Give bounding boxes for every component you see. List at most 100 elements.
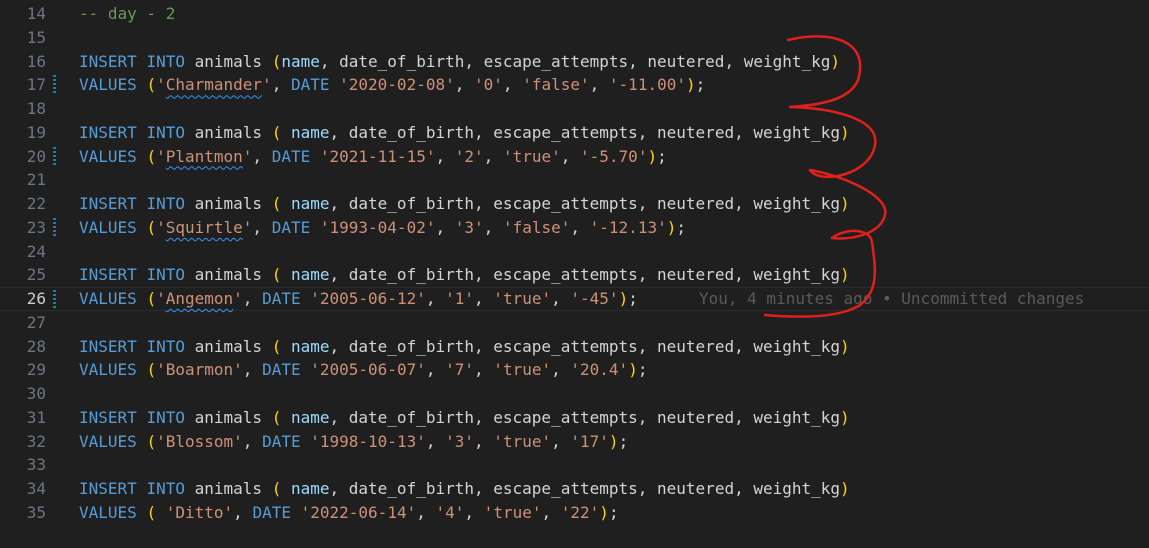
keyword-values: VALUES bbox=[79, 502, 137, 522]
keyword-insert: INSERT bbox=[79, 265, 137, 285]
animal-name: Boarmon bbox=[165, 360, 234, 380]
semicolon: ; bbox=[637, 360, 648, 380]
values-clause: VALUES ('Squirtle', DATE '1993-04-02', '… bbox=[79, 216, 686, 240]
quote: ' bbox=[233, 431, 243, 451]
open-paren: ( bbox=[146, 146, 157, 166]
quote: ' bbox=[570, 360, 581, 380]
weight-kg: -11.00 bbox=[618, 75, 677, 95]
comma: , bbox=[329, 194, 349, 213]
keyword-into: INTO bbox=[146, 336, 185, 356]
column-name: name bbox=[290, 407, 330, 427]
open-paren: ( bbox=[146, 289, 157, 308]
date-of-birth: 2005-06-12 bbox=[319, 289, 417, 308]
date-of-birth: 2021-11-15 bbox=[329, 146, 426, 166]
quote: ' bbox=[156, 360, 166, 380]
quote: ' bbox=[454, 217, 465, 237]
sql-comment: -- day - 2 bbox=[79, 4, 176, 23]
code-line[interactable]: 30 bbox=[0, 382, 1149, 406]
code-line[interactable]: 23 VALUES ('Squirtle', DATE '1993-04-02',… bbox=[0, 216, 1149, 240]
code-editor[interactable]: 14 -- day - 2 15 18 21 24 27 30 33 16 INSERT INTO … bbox=[0, 0, 1149, 548]
quote: ' bbox=[474, 146, 484, 166]
neutered: false bbox=[512, 217, 561, 237]
quote: ' bbox=[156, 431, 166, 451]
comma: , bbox=[435, 146, 455, 166]
table-name: animals bbox=[194, 479, 263, 498]
comma: , bbox=[329, 122, 349, 142]
quote: ' bbox=[406, 502, 417, 522]
code-line[interactable]: 29 VALUES ('Boarmon', DATE '2005-06-07', … bbox=[0, 358, 1149, 382]
escape-attempts: 4 bbox=[445, 502, 455, 522]
comma: , bbox=[329, 265, 349, 285]
code-line[interactable]: 33 bbox=[0, 453, 1149, 477]
quote: ' bbox=[589, 217, 600, 237]
code-line[interactable]: 24 bbox=[0, 240, 1149, 264]
code-line[interactable]: 17 VALUES ('Charmander', DATE '2020-02-08… bbox=[0, 73, 1149, 97]
values-clause: VALUES ('Angemon', DATE '2005-06-12', '1… bbox=[79, 288, 638, 310]
semicolon: ; bbox=[695, 75, 706, 95]
column-list: date_of_birth, escape_attempts, neutered… bbox=[348, 265, 841, 285]
quote: ' bbox=[435, 502, 446, 522]
code-line[interactable]: 35 VALUES ( 'Ditto', DATE '2022-06-14', '… bbox=[0, 501, 1149, 525]
quote: ' bbox=[416, 360, 426, 380]
code-line[interactable]: 15 bbox=[0, 26, 1149, 50]
comma: , bbox=[329, 479, 349, 498]
keyword-values: VALUES bbox=[79, 217, 137, 237]
close-paren: ) bbox=[628, 360, 638, 380]
quote: ' bbox=[445, 75, 455, 95]
code-line[interactable]: 26 VALUES ('Angemon', DATE '2005-06-12', … bbox=[0, 287, 1149, 311]
code-line[interactable]: 22 INSERT INTO animals ( name, date_of_bi… bbox=[0, 192, 1149, 216]
code-line[interactable]: 32 VALUES ('Blossom', DATE '1998-10-13', … bbox=[0, 430, 1149, 454]
quote: ' bbox=[445, 289, 455, 308]
quote: ' bbox=[464, 289, 475, 308]
code-line[interactable]: 27 bbox=[0, 311, 1149, 335]
code-line[interactable]: 16 INSERT INTO animals (name, date_of_bir… bbox=[0, 50, 1149, 74]
quote: ' bbox=[657, 217, 667, 237]
code-line[interactable]: 20 VALUES ('Plantmon', DATE '2021-11-15',… bbox=[0, 145, 1149, 169]
code-line[interactable]: 14 -- day - 2 bbox=[0, 2, 1149, 26]
comma: , bbox=[541, 502, 561, 522]
keyword-into: INTO bbox=[146, 479, 185, 498]
column-list: date_of_birth, escape_attempts, neutered… bbox=[348, 122, 841, 142]
table-name: animals bbox=[194, 407, 263, 427]
code-line[interactable]: 21 bbox=[0, 168, 1149, 192]
line-number: 22 bbox=[26, 194, 46, 213]
animal-name: Charmander bbox=[165, 75, 263, 95]
insert-statement: INSERT INTO animals ( name, date_of_birt… bbox=[79, 477, 850, 501]
weight-kg: -45 bbox=[580, 289, 609, 308]
open-paren: ( bbox=[271, 265, 282, 285]
quote: ' bbox=[541, 360, 552, 380]
code-line[interactable]: 18 bbox=[0, 97, 1149, 121]
code-line[interactable]: 34 INSERT INTO animals ( name, date_of_bi… bbox=[0, 477, 1149, 501]
close-paren: ) bbox=[840, 407, 850, 427]
quote: ' bbox=[474, 217, 484, 237]
code-line[interactable]: 31 INSERT INTO animals ( name, date_of_bi… bbox=[0, 406, 1149, 430]
close-paren: ) bbox=[830, 51, 841, 71]
column-name: name bbox=[290, 336, 330, 356]
line-number: 24 bbox=[26, 241, 46, 261]
comma: , bbox=[474, 360, 494, 380]
close-paren: ) bbox=[840, 479, 850, 498]
line-number: 18 bbox=[26, 99, 46, 118]
weight-kg: 20.4 bbox=[580, 360, 619, 380]
code-line[interactable]: 19 INSERT INTO animals ( name, date_of_bi… bbox=[0, 121, 1149, 145]
code-line[interactable]: 28 INSERT INTO animals ( name, date_of_bi… bbox=[0, 335, 1149, 359]
column-name: name bbox=[290, 265, 330, 285]
insert-statement: INSERT INTO animals ( name, date_of_birt… bbox=[79, 263, 850, 287]
line-number: 31 bbox=[26, 407, 46, 427]
quote: ' bbox=[608, 289, 619, 308]
quote: ' bbox=[560, 502, 571, 522]
code-line[interactable]: 25 INSERT INTO animals ( name, date_of_bi… bbox=[0, 263, 1149, 287]
line-number: 25 bbox=[26, 265, 46, 285]
quote: ' bbox=[551, 146, 561, 166]
line-number: 26 bbox=[26, 289, 46, 308]
open-paren: ( bbox=[271, 51, 282, 71]
open-paren: ( bbox=[146, 360, 157, 380]
